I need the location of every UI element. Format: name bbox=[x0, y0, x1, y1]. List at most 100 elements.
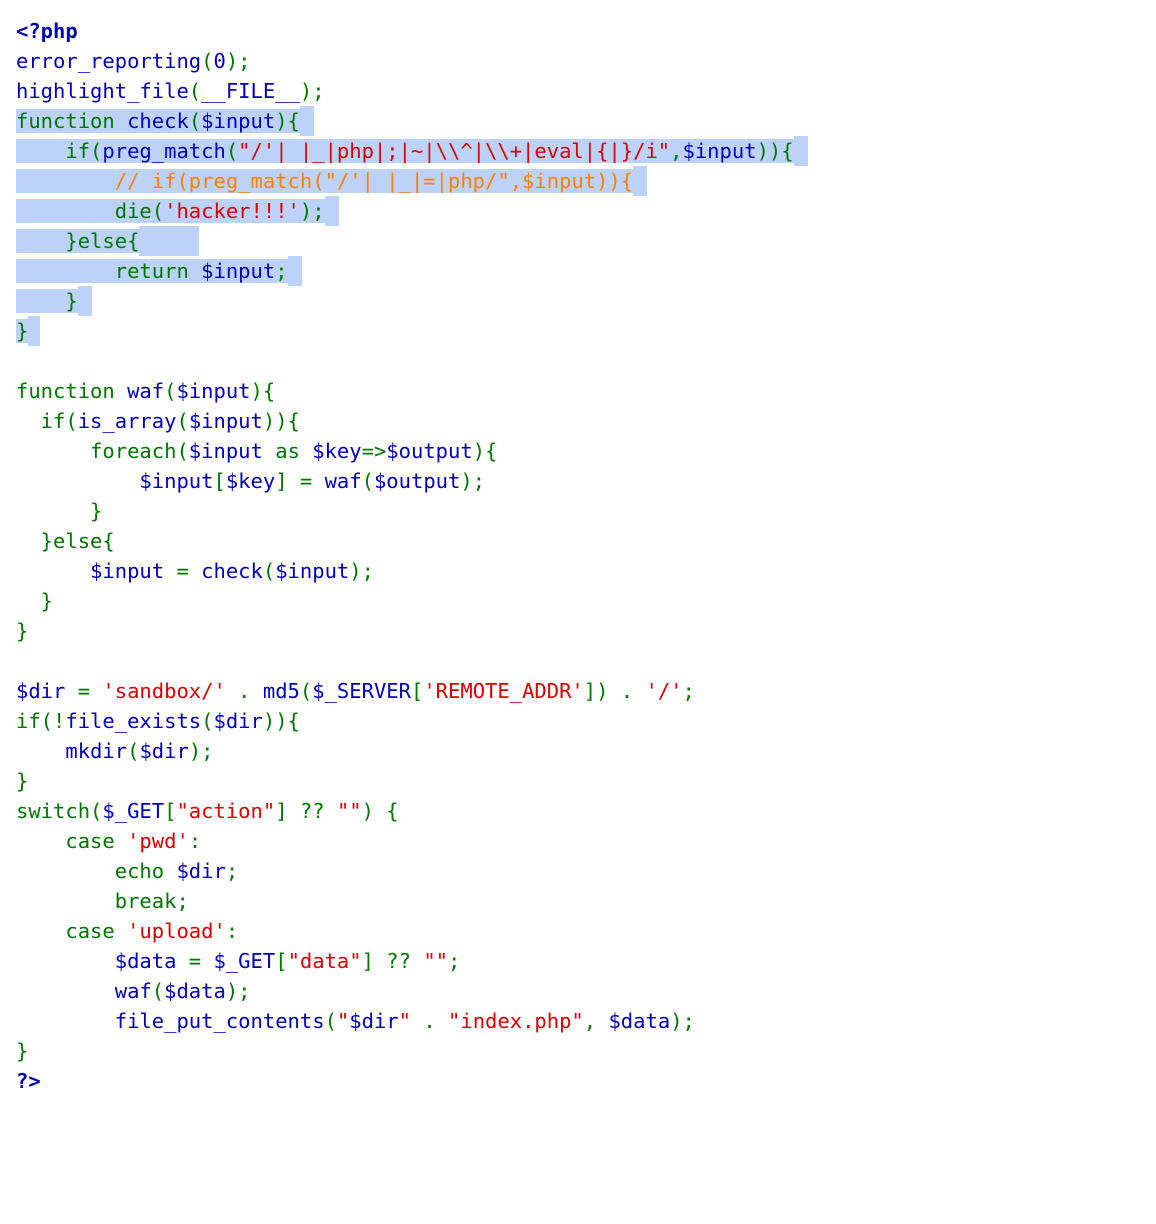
token-var: mkdir bbox=[65, 739, 128, 763]
code-line: echo $dir; bbox=[16, 856, 1156, 886]
token-keyword: ){ bbox=[250, 379, 276, 403]
token-var: $input bbox=[201, 109, 276, 133]
token-keyword: } bbox=[16, 619, 29, 643]
token-keyword: } bbox=[16, 499, 103, 523]
token-keyword: ); bbox=[299, 199, 325, 223]
token-keyword: )){ bbox=[756, 139, 794, 163]
token-default bbox=[16, 1009, 115, 1033]
token-string: 'sandbox/' bbox=[102, 679, 226, 703]
token-keyword: case bbox=[16, 919, 128, 943]
selected-code-span: return $input; bbox=[16, 259, 288, 283]
code-line: file_put_contents("$dir" . "index.php", … bbox=[16, 1006, 1156, 1036]
php-source-code-listing[interactable]: <?php error_reporting(0); highlight_file(_… bbox=[0, 0, 1156, 1096]
selection-left-gutter bbox=[0, 106, 16, 346]
token-string: "" bbox=[423, 949, 449, 973]
token-keyword: : bbox=[225, 919, 239, 943]
token-string: "data" bbox=[287, 949, 362, 973]
token-keyword: ] = bbox=[275, 469, 325, 493]
code-span: error_reporting(0); bbox=[16, 49, 251, 73]
token-keyword: ( bbox=[324, 1009, 337, 1033]
token-keyword: die( bbox=[16, 199, 165, 223]
token-keyword: )){ bbox=[262, 709, 300, 733]
token-var: is_array bbox=[77, 409, 177, 433]
token-keyword: } bbox=[16, 289, 78, 313]
token-var: $dir bbox=[176, 859, 226, 883]
token-keyword: if( bbox=[16, 139, 103, 163]
token-var: $key bbox=[225, 469, 276, 493]
code-span: case 'pwd': bbox=[16, 829, 201, 853]
token-var: $_GET bbox=[213, 949, 276, 973]
code-line: die('hacker!!!'); bbox=[16, 196, 1156, 226]
code-span: mkdir($dir); bbox=[16, 739, 214, 763]
token-keyword: = bbox=[176, 949, 214, 973]
token-var: $input bbox=[139, 469, 214, 493]
selected-code-span: if(preg_match("/'| |_|php|;|~|\\^|\\+|ev… bbox=[16, 139, 794, 163]
code-line: foreach($input as $key=>$output){ bbox=[16, 436, 1156, 466]
token-keyword: ( bbox=[225, 139, 239, 163]
code-span: break; bbox=[16, 889, 189, 913]
code-span: file_put_contents("$dir" . "index.php", … bbox=[16, 1009, 695, 1033]
code-span: echo $dir; bbox=[16, 859, 238, 883]
token-keyword: = bbox=[65, 679, 103, 703]
token-keyword: ] ?? bbox=[275, 799, 337, 823]
token-string: 'hacker!!!' bbox=[164, 199, 300, 223]
token-default bbox=[16, 739, 65, 763]
token-string: " bbox=[336, 1009, 350, 1033]
token-string: " bbox=[398, 1009, 411, 1033]
code-line: } bbox=[16, 286, 1156, 316]
token-keyword: }else{ bbox=[16, 229, 140, 253]
token-var: __FILE__ bbox=[201, 79, 300, 103]
token-string: "" bbox=[336, 799, 362, 823]
token-keyword: ; bbox=[682, 679, 695, 703]
code-span: highlight_file(__FILE__); bbox=[16, 79, 325, 103]
token-var: $dir bbox=[16, 679, 66, 703]
token-var: $data bbox=[114, 949, 177, 973]
code-span: foreach($input as $key=>$output){ bbox=[16, 439, 497, 463]
token-keyword: : bbox=[188, 829, 202, 853]
code-line: <?php bbox=[16, 16, 1156, 46]
token-var: $input bbox=[176, 379, 251, 403]
token-keyword: ); bbox=[460, 469, 486, 493]
token-keyword: [ bbox=[164, 799, 177, 823]
code-line: } bbox=[16, 1036, 1156, 1066]
token-keyword: ) { bbox=[361, 799, 399, 823]
token-keyword: ( bbox=[176, 409, 189, 433]
token-keyword: ); bbox=[670, 1009, 695, 1033]
token-default bbox=[16, 559, 90, 583]
token-keyword: ( bbox=[361, 469, 374, 493]
code-span: function waf($input){ bbox=[16, 379, 275, 403]
code-line: if(preg_match("/'| |_|php|;|~|\\^|\\+|ev… bbox=[16, 136, 1156, 166]
code-line: switch($_GET["action"] ?? "") { bbox=[16, 796, 1156, 826]
token-default bbox=[16, 469, 139, 493]
token-keyword: )){ bbox=[262, 409, 300, 433]
code-span: if(!file_exists($dir)){ bbox=[16, 709, 300, 733]
token-var: waf bbox=[114, 979, 152, 1003]
token-keyword: ( bbox=[201, 49, 214, 73]
token-keyword: ]) . bbox=[583, 679, 646, 703]
token-var: $data bbox=[608, 1009, 671, 1033]
token-default bbox=[16, 169, 115, 193]
code-line: } bbox=[16, 766, 1156, 796]
token-keyword: ; bbox=[225, 859, 239, 883]
token-var: highlight_file bbox=[16, 79, 189, 103]
code-line: }else{ bbox=[16, 526, 1156, 556]
token-keyword: ] ?? bbox=[361, 949, 424, 973]
code-span: $data = $_GET["data"] ?? ""; bbox=[16, 949, 461, 973]
token-var: 0 bbox=[213, 49, 226, 73]
token-keyword: ; bbox=[275, 259, 288, 283]
code-line: } bbox=[16, 316, 1156, 346]
code-line: case 'pwd': bbox=[16, 826, 1156, 856]
code-span: } bbox=[16, 589, 53, 613]
code-span: waf($data); bbox=[16, 979, 251, 1003]
code-line: function waf($input){ bbox=[16, 376, 1156, 406]
selection-overhang bbox=[139, 226, 200, 256]
token-comment: // if(preg_match("/'| |_|=|php/",$input)… bbox=[114, 169, 634, 193]
token-keyword: ); bbox=[225, 979, 251, 1003]
selection-overhang bbox=[793, 136, 808, 166]
code-line: break; bbox=[16, 886, 1156, 916]
token-keyword: ); bbox=[225, 49, 251, 73]
token-keyword: ); bbox=[188, 739, 214, 763]
code-line: if(is_array($input)){ bbox=[16, 406, 1156, 436]
code-line: function check($input){ bbox=[16, 106, 1156, 136]
token-var: $input bbox=[682, 139, 757, 163]
